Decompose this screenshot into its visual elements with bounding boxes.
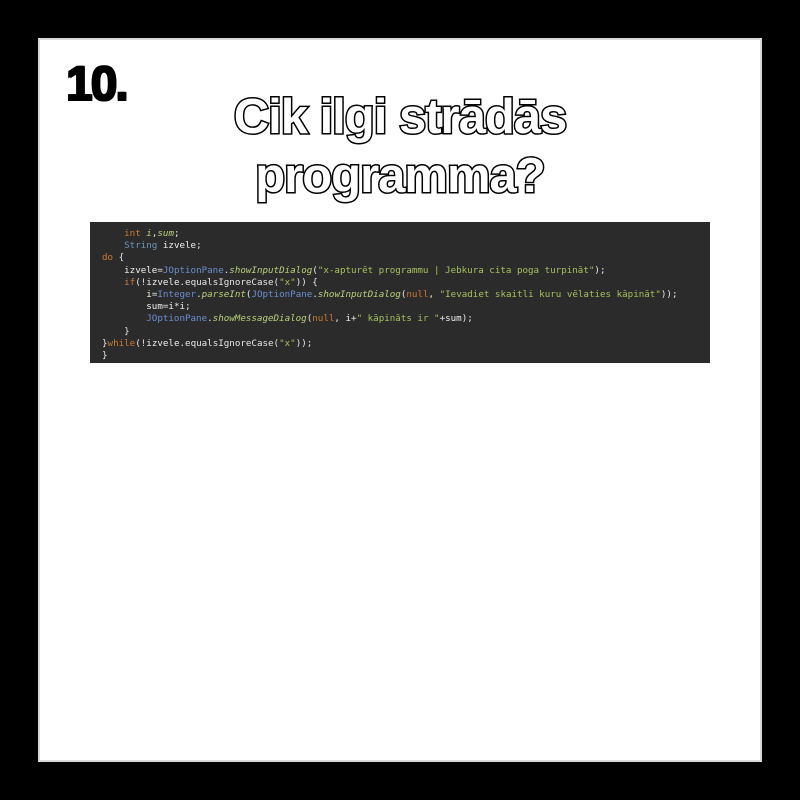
code-line: do {	[102, 252, 125, 264]
code-line: int i,sum;	[124, 228, 180, 239]
slide: 10. Cik ilgi strādās programma? int i,su…	[38, 38, 762, 762]
code-line: if(!izvele.equalsIgnoreCase("x")) {	[124, 276, 318, 288]
code-line: i=Integer.parseInt(JOptionPane.showInput…	[146, 288, 678, 300]
code-screenshot: int i,sum; String izvele; do { izvele=JO…	[90, 222, 710, 363]
code-line: }	[102, 325, 130, 337]
code-line: izvele=JOptionPane.showInputDialog("x-ap…	[124, 264, 606, 276]
code-line: }	[102, 349, 108, 361]
slide-title-line-2: programma?	[254, 148, 548, 205]
code-line: }while(!izvele.equalsIgnoreCase("x"));	[102, 337, 313, 349]
slide-title: Cik ilgi strādās programma?	[38, 88, 762, 206]
slide-title-line-1: Cik ilgi strādās	[232, 89, 569, 146]
code-line: JOptionPane.showMessageDialog(null, i+" …	[146, 313, 473, 325]
code-line: String izvele;	[124, 240, 202, 252]
code-line: sum=i*i;	[146, 301, 191, 313]
